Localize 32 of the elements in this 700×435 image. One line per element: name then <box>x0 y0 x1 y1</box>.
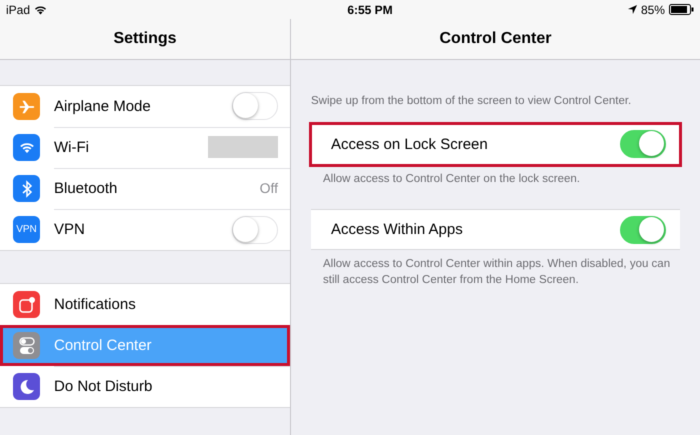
device-name: iPad <box>6 2 30 16</box>
page-title: Control Center <box>440 30 552 48</box>
vpn-icon: VPN <box>13 216 40 243</box>
item-label: Notifications <box>54 296 136 312</box>
blurred-value <box>208 136 278 158</box>
settings-list-item[interactable]: Airplane Mode <box>0 86 290 127</box>
battery-percent: 85% <box>640 2 665 16</box>
item-label: Wi-Fi <box>54 138 89 156</box>
setting-description: Allow access to Control Center on the lock screen. <box>323 172 581 187</box>
item-label: Airplane Mode <box>54 98 151 114</box>
toggle-switch[interactable] <box>620 216 666 244</box>
location-arrow-icon <box>628 5 637 14</box>
wifi-icon <box>34 4 48 14</box>
item-label: Do Not Disturb <box>54 378 152 395</box>
item-label: Bluetooth <box>54 180 118 196</box>
item-label: Control Center <box>54 336 152 354</box>
sidebar-title: Settings <box>113 30 177 48</box>
settings-list-item[interactable]: Wi-Fi <box>0 127 290 168</box>
setting-label: Access on Lock Screen <box>331 136 488 153</box>
battery-icon <box>668 4 694 15</box>
settings-list-item[interactable]: Bluetooth Off <box>0 168 290 209</box>
setting-description: Allow access to Control Center within apps. When disabled, you can still access Control Center from the Home Screen. <box>323 257 672 288</box>
setting-label: Access Within Apps <box>331 221 463 238</box>
status-time: 6:55 PM <box>347 2 393 16</box>
item-label: VPN <box>54 221 85 238</box>
toggle-switch[interactable] <box>232 92 278 120</box>
settings-list-item[interactable]: VPN VPN <box>0 209 290 250</box>
toggle-switch[interactable] <box>232 216 278 244</box>
settings-list-item[interactable]: Do Not Disturb <box>0 366 290 407</box>
toggle-switch[interactable] <box>620 130 666 158</box>
item-value: Off <box>260 180 278 196</box>
intro-text: Swipe up from the bottom of the screen to view Control Center. <box>311 94 632 109</box>
